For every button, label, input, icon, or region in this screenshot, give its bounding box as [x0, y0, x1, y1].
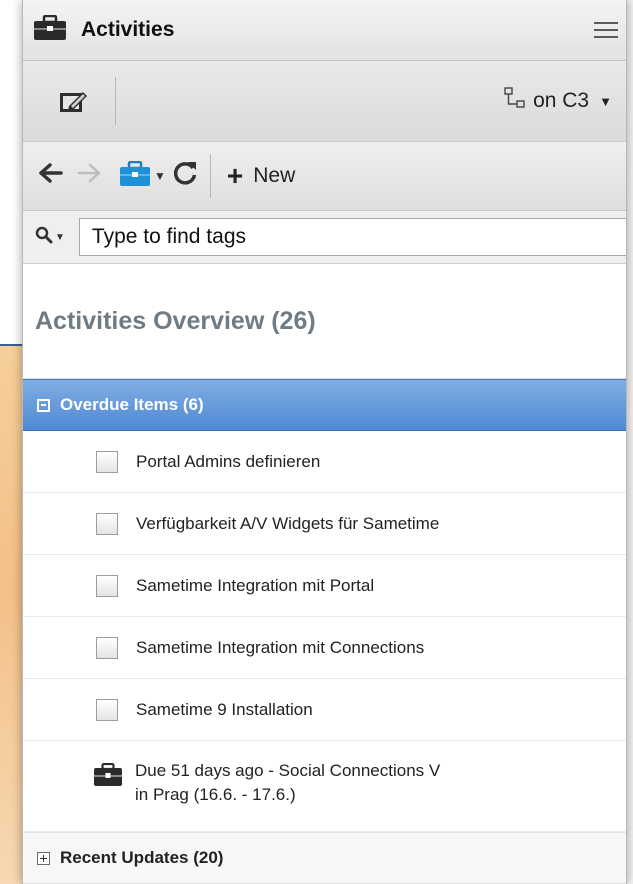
- checkbox-icon[interactable]: [96, 574, 118, 597]
- toolbar-divider: [115, 77, 116, 125]
- background-orange-decor: [0, 345, 22, 884]
- activity-title[interactable]: Due 51 days ago - Social Connections V i…: [135, 759, 440, 807]
- panel-title: Activities: [81, 18, 175, 41]
- tag-search-input[interactable]: [78, 218, 626, 256]
- menu-icon[interactable]: [594, 21, 618, 39]
- section-overdue-items[interactable]: Overdue Items (6): [23, 379, 626, 431]
- search-scope-dropdown[interactable]: ▼: [35, 226, 65, 249]
- refresh-icon[interactable]: [172, 160, 198, 193]
- todo-title[interactable]: Verfügbarkeit A/V Widgets für Sametime: [136, 514, 439, 534]
- chevron-down-icon: ▼: [599, 93, 612, 109]
- activity-title-line2: in Prag (16.6. - 17.6.): [135, 785, 296, 804]
- chevron-down-icon: ▼: [154, 169, 166, 183]
- background-divider: [0, 344, 22, 346]
- section-label: Overdue Items (6): [60, 395, 204, 414]
- panel-titlebar: Activities: [23, 0, 626, 61]
- list-item[interactable]: Verfügbarkeit A/V Widgets für Sametime: [23, 493, 626, 555]
- forward-arrow-icon[interactable]: [73, 162, 105, 190]
- todo-title[interactable]: Sametime Integration mit Connections: [136, 638, 424, 658]
- activities-panel: Activities on C3 ▼ ▼ + New ▼ Type to fin…: [22, 0, 627, 884]
- overview-header: Activities Overview (26): [23, 264, 626, 379]
- community-selector[interactable]: on C3 ▼: [503, 86, 612, 116]
- checkbox-icon[interactable]: [96, 698, 118, 721]
- list-item[interactable]: Sametime Integration mit Connections: [23, 617, 626, 679]
- briefcase-icon: [33, 14, 67, 46]
- community-icon: [503, 86, 527, 116]
- checkbox-icon[interactable]: [96, 636, 118, 659]
- section-label: Recent Updates (20): [60, 848, 224, 867]
- overview-title: Activities Overview (26): [35, 306, 316, 335]
- activity-title-line1: Due 51 days ago - Social Connections V: [135, 761, 441, 780]
- activity-type-dropdown[interactable]: ▼: [119, 160, 166, 192]
- briefcase-icon: [119, 160, 151, 192]
- todo-title[interactable]: Sametime 9 Installation: [136, 700, 313, 720]
- new-button-label: New: [253, 164, 296, 187]
- list-item-activity[interactable]: Due 51 days ago - Social Connections V i…: [23, 741, 626, 832]
- todo-title[interactable]: Sametime Integration mit Portal: [136, 576, 374, 596]
- navigation-bar: ▼ + New: [23, 142, 626, 211]
- toolbar-divider: [209, 154, 211, 198]
- new-button[interactable]: + New: [227, 162, 295, 190]
- back-arrow-icon[interactable]: [35, 162, 67, 190]
- panel-toolbar: on C3 ▼: [23, 61, 626, 142]
- edit-icon[interactable]: [59, 88, 89, 114]
- tag-search-bar: ▼: [23, 211, 626, 264]
- briefcase-icon: [93, 762, 123, 792]
- search-icon: [35, 226, 53, 249]
- collapse-icon[interactable]: [37, 398, 50, 412]
- checkbox-icon[interactable]: [96, 512, 118, 535]
- section-recent-updates[interactable]: Recent Updates (20): [23, 832, 626, 884]
- chevron-down-icon: ▼: [55, 231, 65, 243]
- plus-icon: +: [226, 160, 244, 191]
- list-item[interactable]: Sametime 9 Installation: [23, 679, 626, 741]
- list-item[interactable]: Sametime Integration mit Portal: [23, 555, 626, 617]
- community-label: on C3: [533, 89, 590, 112]
- checkbox-icon[interactable]: [96, 450, 118, 473]
- list-item[interactable]: Portal Admins definieren: [23, 431, 626, 493]
- expand-icon[interactable]: [37, 851, 50, 865]
- todo-title[interactable]: Portal Admins definieren: [136, 452, 320, 472]
